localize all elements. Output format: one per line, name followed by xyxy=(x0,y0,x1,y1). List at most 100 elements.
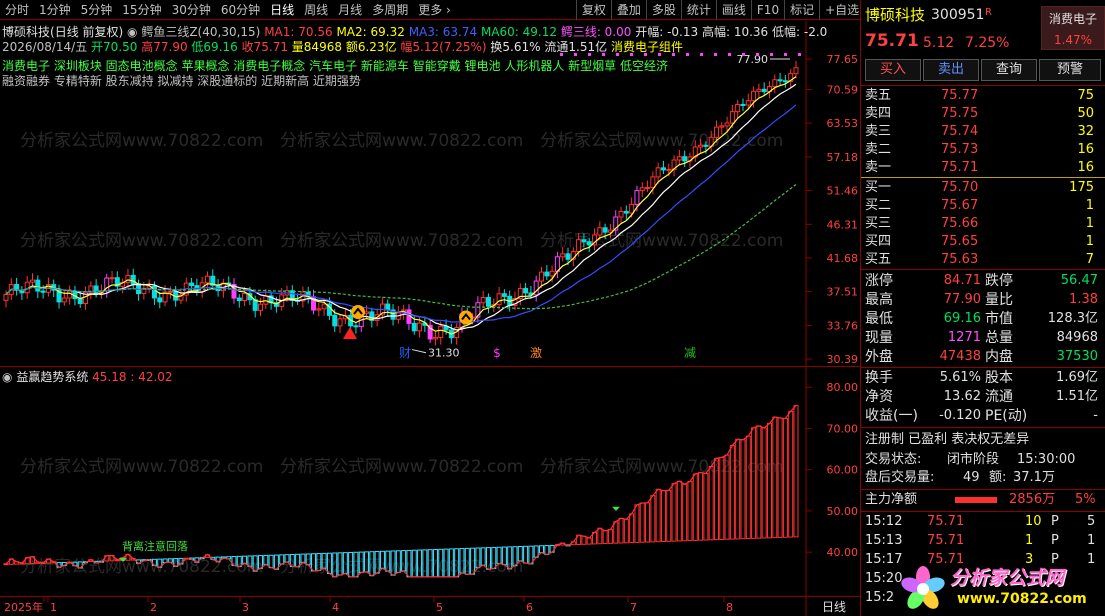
indicator-bar xyxy=(766,422,772,539)
ma3-value: MA3: 63.74 xyxy=(408,25,478,39)
indicator-bar xyxy=(268,554,274,569)
bid-row[interactable]: 买一 75.70 175 xyxy=(861,179,1105,197)
stock-name: 博硕科技 xyxy=(865,6,926,24)
candle-body xyxy=(645,187,651,190)
main-flow-label: 主力净额 xyxy=(865,492,918,507)
quote-float: 流通1.51亿 xyxy=(544,40,608,54)
stat-label: 净资 xyxy=(865,389,893,405)
candle-body xyxy=(772,79,778,88)
indicator-toggle-icon[interactable]: ◉ xyxy=(2,370,12,384)
tab-multi-period[interactable]: 多周期 xyxy=(367,0,413,20)
tab-more[interactable]: 更多 › xyxy=(413,0,456,20)
ask-row[interactable]: 卖三 75.74 32 xyxy=(861,123,1105,141)
indicator-panel[interactable]: 80.00 70.00 60.00 50.00 40.00 分析家公式网www.70822… xyxy=(0,366,860,597)
price-row: 75.71 5.12 7.25% xyxy=(861,32,1105,54)
overlay-button[interactable]: 叠加 xyxy=(610,0,646,20)
candle-body xyxy=(61,297,67,303)
indicator-dropdown[interactable]: ◉ 鳄鱼三线Z(40,30,15) xyxy=(127,25,260,39)
tab-daily[interactable]: 日线 xyxy=(265,0,299,20)
bid-row[interactable]: 买四 75.65 1 xyxy=(861,233,1105,251)
y-tick-label: 70.59 xyxy=(827,83,859,96)
f10-button[interactable]: F10 xyxy=(750,0,784,20)
indicator-bar xyxy=(650,495,656,543)
stat-label: 市值 xyxy=(985,311,1013,327)
indicator-bar xyxy=(698,472,704,541)
indicator-bar xyxy=(687,480,693,542)
bid-price: 75.66 xyxy=(941,216,979,231)
query-button[interactable]: 查询 xyxy=(981,59,1037,81)
indicator-bar xyxy=(772,416,778,539)
bid-label: 买四 xyxy=(865,234,892,249)
bid-price: 75.63 xyxy=(941,252,979,267)
draw-line-button[interactable]: 画线 xyxy=(715,0,751,20)
candle-body xyxy=(77,298,83,305)
period-toolbar: 分时 1分钟 5分钟 15分钟 30分钟 60分钟 日线 周线 月线 多周期 更… xyxy=(0,0,894,20)
ask-label: 卖一 xyxy=(865,160,892,175)
indicator-bar xyxy=(634,504,640,543)
bid-price: 75.67 xyxy=(941,198,979,213)
candle-body xyxy=(35,279,41,292)
restore-rights-button[interactable]: 复权 xyxy=(575,0,611,20)
divider xyxy=(861,427,1105,428)
candle-body xyxy=(655,167,661,178)
high-price-mark: 77.90 xyxy=(737,53,769,66)
alert-button[interactable]: 预警 xyxy=(1039,59,1101,81)
tab-monthly[interactable]: 月线 xyxy=(333,0,367,20)
divider xyxy=(861,85,1105,86)
tab-分时[interactable]: 分时 xyxy=(0,0,34,20)
bid-volume: 1 xyxy=(1085,216,1094,231)
tab-15min[interactable]: 15分钟 xyxy=(117,0,166,20)
stat-row: 换手 5.61% 股本 1.69亿 xyxy=(861,369,1105,387)
bid-row[interactable]: 买二 75.67 1 xyxy=(861,197,1105,215)
high-amp: 高幅: 10.36 xyxy=(701,25,769,39)
stock-code: 300951 xyxy=(931,7,985,23)
x-tick-label: 2 xyxy=(150,601,157,614)
tab-30min[interactable]: 30分钟 xyxy=(167,0,216,20)
concept-tags-line2: 融资融券 专精特新 股东减持 拟减持 深股通标的 近期新高 近期强势 xyxy=(2,74,361,88)
kline-chart[interactable]: 77.65 70.59 63.53 57.18 51.46 46.31 41.68 37.51… xyxy=(0,21,860,366)
candle-body xyxy=(157,297,163,303)
tab-1min[interactable]: 1分钟 xyxy=(34,0,76,20)
watermark-text: 分析家公式网www.70822.com xyxy=(20,457,263,477)
ask-row[interactable]: 卖二 75.73 16 xyxy=(861,141,1105,159)
x-tick-label: 3 xyxy=(242,601,249,614)
sell-button[interactable]: 卖出 xyxy=(923,59,979,81)
quote-line: 2026/08/14/五 开70.50 高77.90 低69.16 收75.71… xyxy=(2,38,683,55)
mark-button[interactable]: 标记 xyxy=(784,0,819,20)
stats-button[interactable]: 统计 xyxy=(680,0,716,20)
y-tick-label: 60.00 xyxy=(827,464,859,477)
y-tick-label: 77.65 xyxy=(827,53,859,66)
y-tick-label: 50.00 xyxy=(827,505,859,518)
buy-button[interactable]: 买入 xyxy=(865,59,921,81)
ask-row[interactable]: 卖一 75.71 16 xyxy=(861,159,1105,177)
indicator-bar xyxy=(639,502,645,543)
bid-volume: 1 xyxy=(1085,198,1094,213)
ask-volume: 16 xyxy=(1077,160,1094,175)
indicator-bar xyxy=(756,425,762,539)
bid-row[interactable]: 买五 75.63 7 xyxy=(861,251,1105,269)
ask-price: 75.77 xyxy=(941,88,979,103)
ask-row[interactable]: 卖四 75.75 50 xyxy=(861,105,1105,123)
candle-body xyxy=(501,293,507,297)
r-badge: R xyxy=(985,7,992,18)
x-tick-label: 5 xyxy=(436,601,443,614)
sector-name: 消费电子 xyxy=(1048,12,1097,26)
indicator-bar xyxy=(539,545,545,554)
tab-60min[interactable]: 60分钟 xyxy=(216,0,265,20)
candle-body xyxy=(782,80,788,83)
ask-row[interactable]: 卖五 75.77 75 xyxy=(861,87,1105,105)
tab-weekly[interactable]: 周线 xyxy=(299,0,333,20)
indicator-bar xyxy=(586,537,592,545)
add-watchlist-button[interactable]: +自选 xyxy=(819,0,864,20)
indicator-bar xyxy=(607,529,613,544)
tick-row: 15:12 75.71 10 P 5 xyxy=(861,513,1105,531)
multi-stock-button[interactable]: 多股 xyxy=(645,0,681,20)
candle-body xyxy=(777,79,783,82)
bid-row[interactable]: 买三 75.66 1 xyxy=(861,215,1105,233)
tab-5min[interactable]: 5分钟 xyxy=(76,0,118,20)
x-tick-label: 6 xyxy=(526,601,533,614)
indicator-bar xyxy=(666,489,672,542)
chart-stock-name: 博硕科技 xyxy=(2,25,51,39)
y-tick-label: 63.53 xyxy=(827,117,859,130)
ask-volume: 75 xyxy=(1077,88,1094,103)
